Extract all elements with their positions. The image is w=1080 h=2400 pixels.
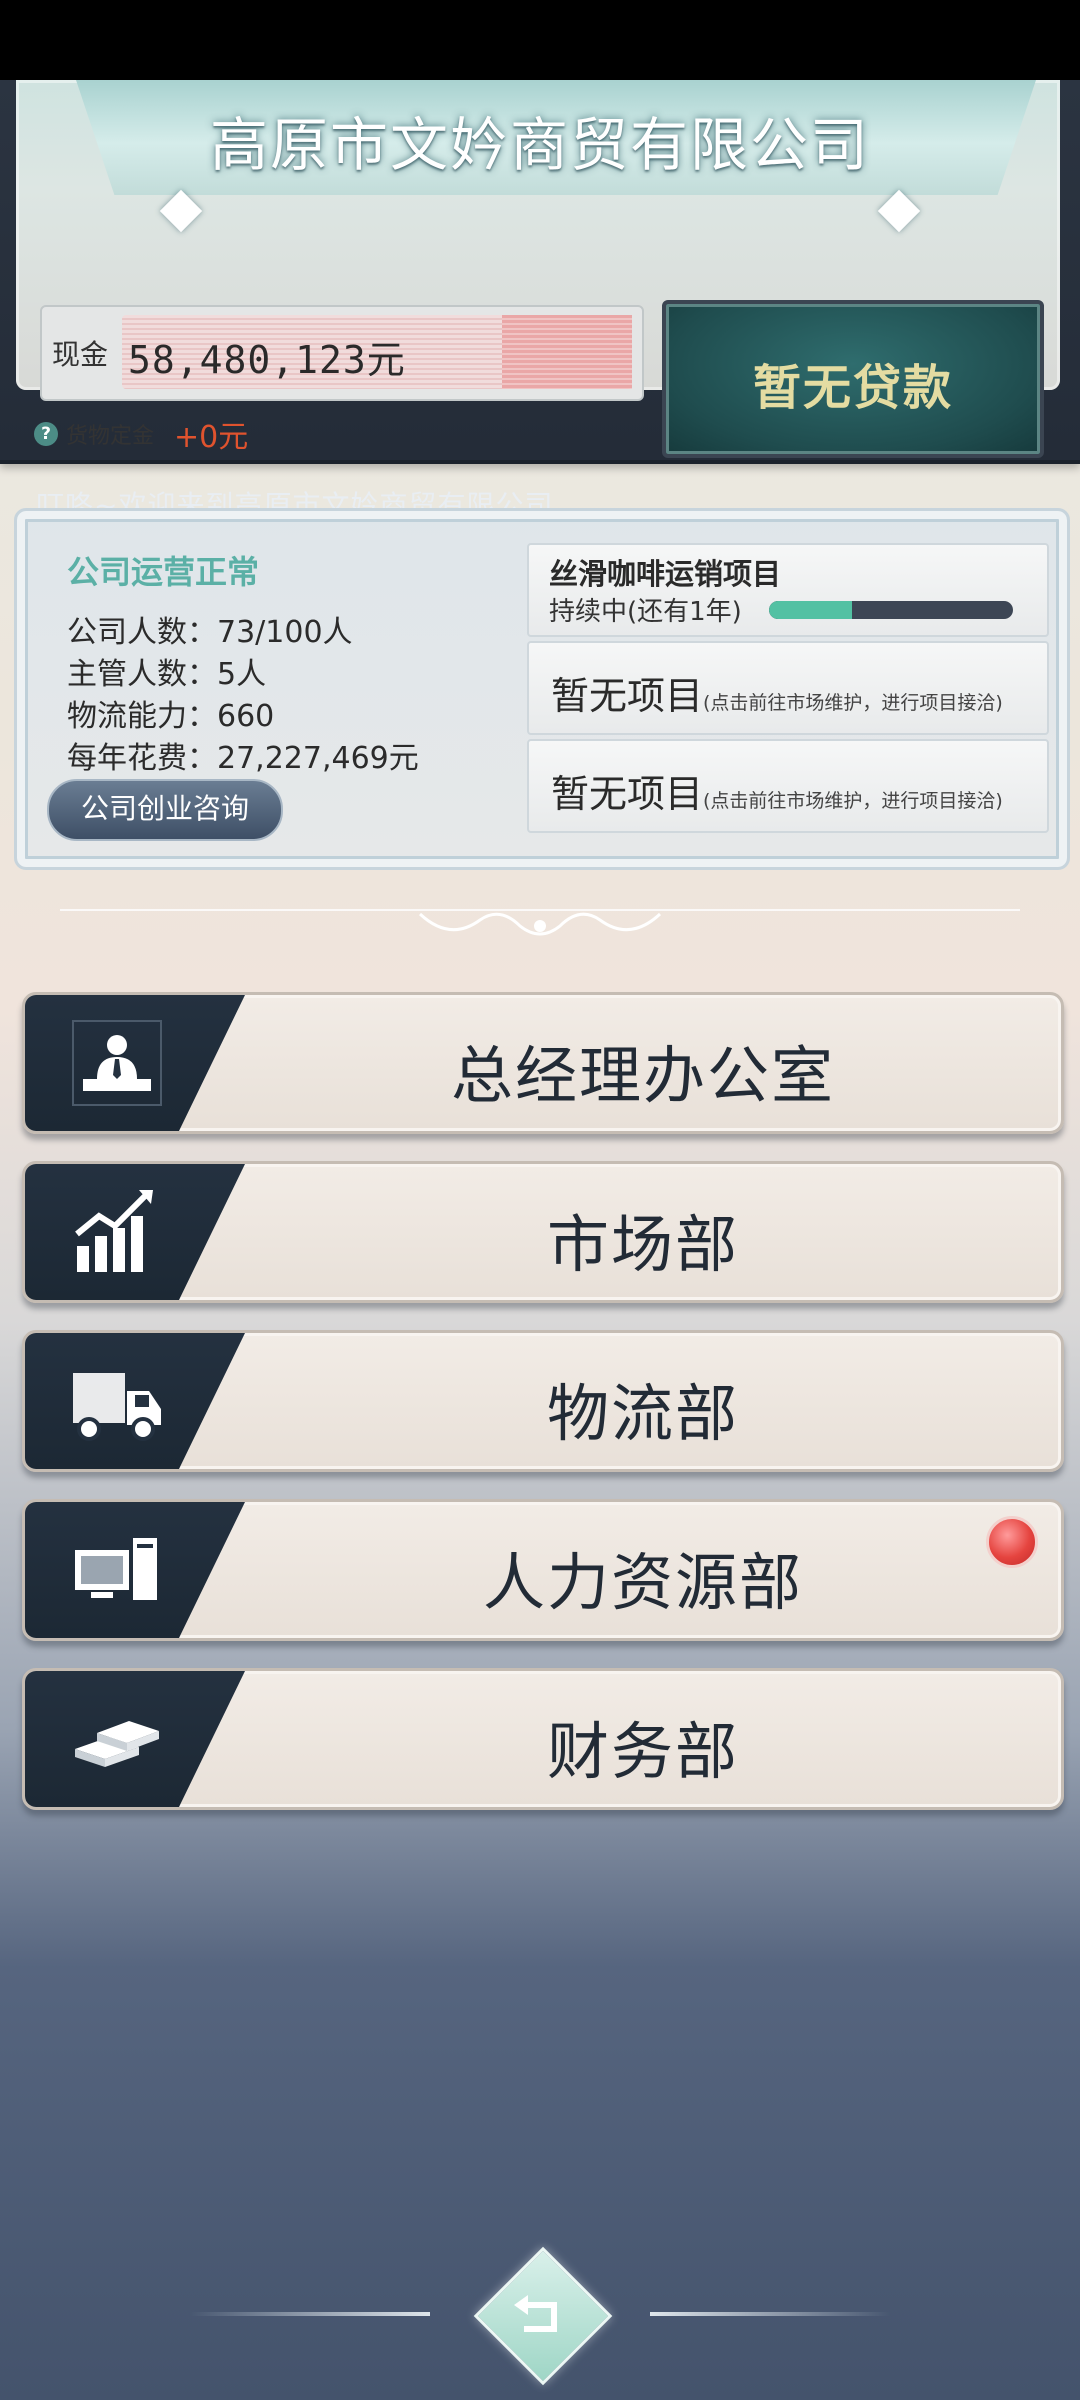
cash-value: 58,480,123元 [128,338,406,382]
project-slot-2[interactable]: 暂无项目(点击前往市场维护，进行项目接洽) [527,641,1049,735]
company-status-panel: 公司运营正常 公司人数：73/100人 主管人数：5人 物流能力：660 每年花… [14,508,1070,870]
project-empty-label: 暂无项目 [551,674,704,718]
dept-logistics-button[interactable]: 物流部 [22,1330,1064,1472]
dept-finance-button[interactable]: 财务部 [22,1668,1064,1810]
back-line-right [650,2312,890,2316]
project-slot-1[interactable]: 丝滑咖啡运销项目 持续中(还有1年) [527,543,1049,637]
company-name: 高原市文妗商贸有限公司 [209,111,870,179]
status-bar [0,0,1080,80]
deposit-row[interactable]: ? 货物定金 +0元 [34,412,248,456]
project-hint: (点击前往市场维护，进行项目接洽) [703,692,1003,714]
deposit-value: +0元 [174,420,249,455]
money-stack-icon [75,1721,159,1767]
cash-field: 58,480,123元 [122,315,632,389]
loan-button[interactable]: 暂无贷款 [662,300,1044,458]
logistics-capacity: 物流能力：660 [67,699,275,734]
consult-button[interactable]: 公司创业咨询 [47,779,283,841]
deposit-label: 货物定金 [66,424,155,449]
company-header: 高原市文妗商贸有限公司 现金 58,480,123元 ? 货物定金 +0元 暂无贷款… [0,80,1080,522]
project-slot-3[interactable]: 暂无项目(点击前往市场维护，进行项目接洽) [527,739,1049,833]
dept-label: 物流部 [546,1377,739,1450]
project-progress-bar [769,601,1013,619]
ornament-divider [60,909,1020,936]
project-title: 丝滑咖啡运销项目 [549,557,782,591]
project-status: 持续中(还有1年) [549,597,742,627]
dept-label: 总经理办公室 [450,1039,835,1112]
project-empty: 暂无项目(点击前往市场维护，进行项目接洽) [551,763,1003,818]
cash-display: 现金 58,480,123元 [40,305,644,401]
cash-label: 现金 [52,338,109,371]
back-arrow-icon[interactable] [510,2285,570,2345]
project-empty-label: 暂无项目 [551,772,704,816]
manager-count: 主管人数：5人 [67,657,267,692]
truck-icon [73,1373,161,1441]
employee-count: 公司人数：73/100人 [67,615,353,650]
back-line-left [190,2312,430,2316]
manager-desk-icon [72,1020,162,1106]
operation-status: 公司运营正常 [67,553,260,591]
chart-growth-icon [75,1190,153,1272]
loan-button-label: 暂无贷款 [752,360,953,416]
dept-gm-office-button[interactable]: 总经理办公室 [22,992,1064,1134]
annual-cost: 每年花费：27,227,469元 [67,741,419,776]
dept-hr-button[interactable]: 人力资源部 [22,1499,1064,1641]
project-empty: 暂无项目(点击前往市场维护，进行项目接洽) [551,665,1003,720]
computer-icon [75,1538,157,1600]
back-bar [0,2246,1080,2386]
dept-label: 人力资源部 [482,1546,803,1619]
notification-dot [986,1516,1038,1568]
dept-label: 财务部 [546,1715,739,1788]
project-progress-fill [769,601,852,619]
dept-label: 市场部 [546,1208,739,1281]
help-icon[interactable]: ? [34,422,58,446]
project-hint: (点击前往市场维护，进行项目接洽) [703,790,1003,812]
dept-marketing-button[interactable]: 市场部 [22,1161,1064,1303]
